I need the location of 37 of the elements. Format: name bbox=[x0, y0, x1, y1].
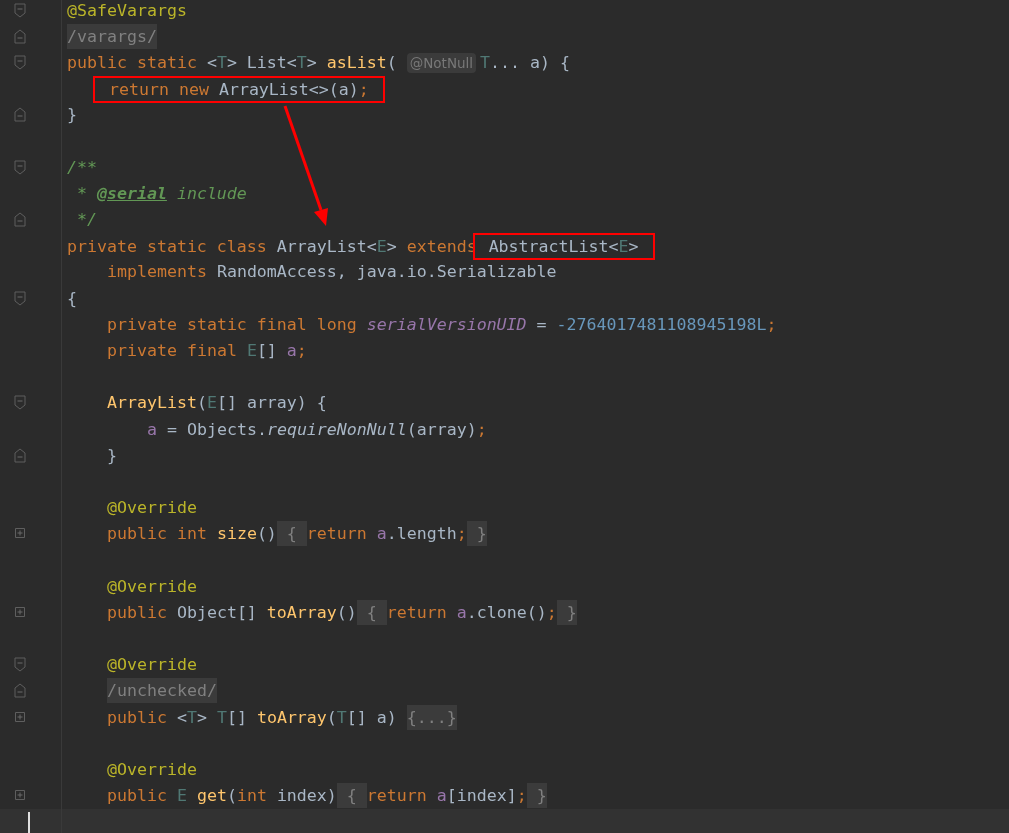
code-line: @Override bbox=[107, 498, 197, 518]
fold-minus-icon[interactable] bbox=[14, 290, 26, 306]
code-line: implements RandomAccess, java.io.Serializable bbox=[107, 262, 557, 282]
code-line: public int size() { return a.length; } bbox=[107, 524, 487, 544]
code-line: } bbox=[67, 105, 77, 125]
code-line: { bbox=[67, 288, 77, 308]
text-cursor bbox=[28, 811, 30, 833]
code-line: * @serial include bbox=[76, 183, 247, 203]
fold-minus-icon[interactable] bbox=[14, 683, 26, 699]
fold-plus-icon[interactable] bbox=[14, 604, 26, 620]
fold-minus-icon[interactable] bbox=[14, 159, 26, 175]
fold-plus-icon[interactable] bbox=[14, 709, 26, 725]
code-line: public static <T> List<T> asList( @NotNull T... a) { bbox=[67, 52, 570, 72]
fold-minus-icon[interactable] bbox=[14, 395, 26, 411]
fold-minus-icon[interactable] bbox=[14, 28, 26, 44]
code-line: @Override bbox=[107, 655, 197, 675]
fold-minus-icon[interactable] bbox=[14, 657, 26, 673]
code-line: ArrayList(E[] array) { bbox=[107, 393, 327, 413]
code-line: @Override bbox=[107, 760, 197, 780]
fold-minus-icon[interactable] bbox=[14, 107, 26, 123]
fold-minus-icon[interactable] bbox=[14, 447, 26, 463]
highlight-box: return new ArrayList<>(a); bbox=[93, 75, 385, 103]
code-line: } bbox=[107, 445, 117, 465]
code-line: public Object[] toArray() { return a.clone(); } bbox=[107, 602, 577, 622]
code-line: private final E[] a; bbox=[107, 341, 307, 361]
code-line: */ bbox=[76, 210, 97, 230]
fold-minus-icon[interactable] bbox=[14, 54, 26, 70]
fold-minus-icon[interactable] bbox=[14, 2, 26, 18]
code-line: @SafeVarargs bbox=[67, 0, 187, 20]
code-line: @Override bbox=[107, 576, 197, 596]
highlight-box: AbstractList<E> bbox=[472, 232, 655, 260]
code-line: private static final long serialVersionUID = -2764017481108945198L; bbox=[107, 314, 777, 334]
code-line: public <T> T[] toArray(T[] a) {...} bbox=[107, 707, 457, 727]
code-line: /** bbox=[67, 157, 97, 177]
code-line: a = Objects.requireNonNull(array); bbox=[147, 419, 487, 439]
fold-minus-icon[interactable] bbox=[14, 212, 26, 228]
code-line: public E get(int index) { return a[index]; } bbox=[107, 786, 547, 806]
